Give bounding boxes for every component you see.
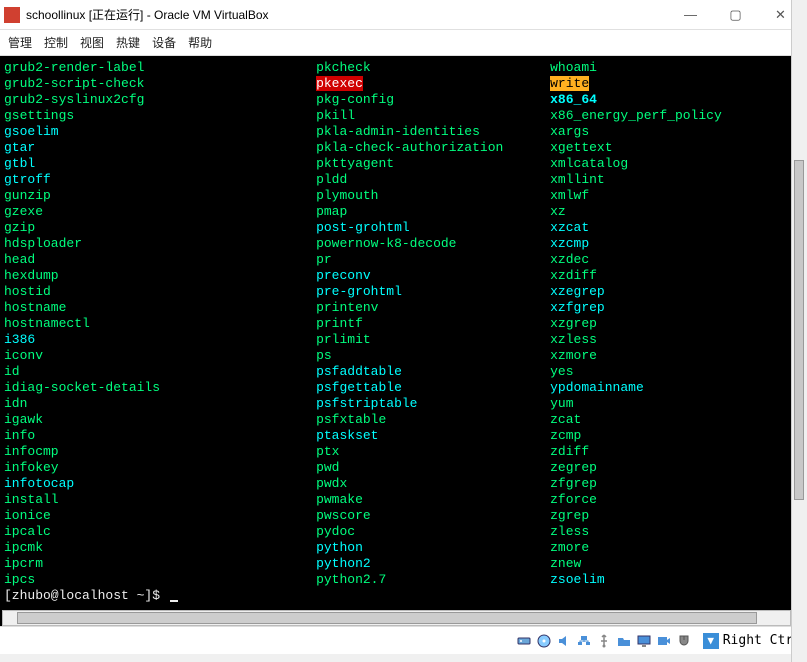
menu-manage[interactable]: 管理	[8, 34, 32, 51]
menu-help[interactable]: 帮助	[188, 34, 212, 51]
display-icon[interactable]	[635, 632, 653, 650]
horizontal-scrollbar-thumb[interactable]	[17, 612, 757, 624]
host-key-indicator[interactable]: ▼ Right Ctrl	[703, 633, 801, 649]
menu-control[interactable]: 控制	[44, 34, 68, 51]
vertical-scrollbar[interactable]	[791, 0, 807, 662]
statusbar: ▼ Right Ctrl	[0, 626, 807, 654]
minimize-button[interactable]: —	[668, 1, 713, 29]
optical-icon[interactable]	[535, 632, 553, 650]
menu-device[interactable]: 设备	[152, 34, 176, 51]
usb-icon[interactable]	[595, 632, 613, 650]
prompt-line[interactable]: [zhubo@localhost ~]$	[4, 588, 807, 604]
titlebar: schoollinux [正在运行] - Oracle VM VirtualBo…	[0, 0, 807, 30]
host-key-label: Right Ctrl	[723, 633, 801, 648]
menu-view[interactable]: 视图	[80, 34, 104, 51]
menu-hotkey[interactable]: 热键	[116, 34, 140, 51]
mouse-integration-icon[interactable]	[675, 632, 693, 650]
shared-folders-icon[interactable]	[615, 632, 633, 650]
window-title: schoollinux [正在运行] - Oracle VM VirtualBo…	[26, 6, 269, 23]
terminal-output[interactable]: grub2-render-label pkcheck whoami grub2-…	[4, 60, 807, 620]
guest-display[interactable]: grub2-render-label pkcheck whoami grub2-…	[0, 56, 807, 626]
cursor	[170, 600, 178, 602]
horizontal-scrollbar[interactable]	[2, 610, 791, 626]
maximize-button[interactable]: ▢	[713, 1, 758, 29]
audio-icon[interactable]	[555, 632, 573, 650]
network-icon[interactable]	[575, 632, 593, 650]
window-controls: — ▢ ✕	[668, 1, 803, 29]
app-icon	[4, 7, 20, 23]
harddisk-icon[interactable]	[515, 632, 533, 650]
vertical-scrollbar-thumb[interactable]	[794, 160, 804, 500]
down-arrow-icon: ▼	[703, 633, 719, 649]
menubar: 管理 控制 视图 热键 设备 帮助	[0, 30, 807, 56]
recording-icon[interactable]	[655, 632, 673, 650]
